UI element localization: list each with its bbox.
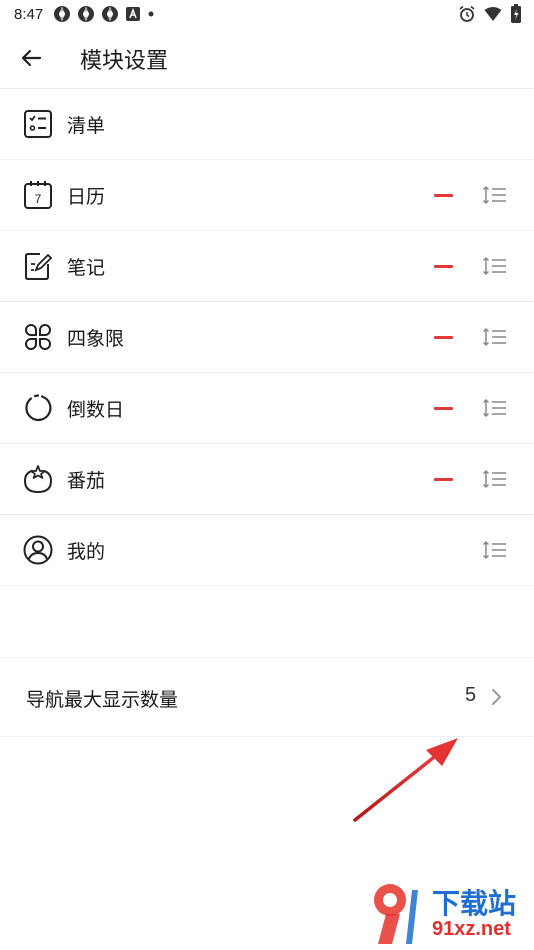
nav-max-count-setting[interactable]: 导航最大显示数量 5	[0, 657, 534, 737]
module-label: 倒数日	[67, 399, 125, 421]
annotation-arrow-icon	[353, 738, 458, 822]
module-label: 番茄	[67, 470, 106, 492]
setting-label: 导航最大显示数量	[26, 689, 179, 711]
tomato-icon	[23, 465, 53, 494]
calendar-day: 7	[35, 192, 42, 206]
drag-handle-icon[interactable]	[482, 468, 508, 490]
remove-module-button[interactable]	[426, 257, 460, 275]
quadrant-icon	[25, 324, 51, 350]
wifi-icon	[484, 7, 502, 21]
module-label: 笔记	[67, 257, 106, 279]
drag-handle-icon[interactable]	[482, 326, 508, 348]
app-bar: 模块设置	[0, 28, 534, 89]
a-icon	[126, 7, 141, 21]
profile-icon	[23, 535, 53, 565]
alarm-icon	[459, 5, 475, 22]
module-row-profile[interactable]: 我的	[0, 515, 534, 586]
module-row-checklist[interactable]: 清单	[0, 89, 534, 160]
module-label: 我的	[67, 541, 106, 563]
note-icon	[25, 253, 53, 280]
back-arrow-icon[interactable]	[18, 44, 46, 72]
module-label: 四象限	[67, 328, 125, 350]
drag-handle-icon[interactable]	[482, 539, 508, 561]
remove-module-button[interactable]	[426, 399, 460, 417]
status-time: 8:47	[14, 5, 44, 23]
module-list: 清单 7 日历 笔记 四象限 倒数日 番茄 我的	[0, 89, 534, 586]
checklist-icon	[24, 110, 52, 138]
module-row-tomato[interactable]: 番茄	[0, 444, 534, 515]
status-bar: 8:47	[0, 0, 534, 28]
module-row-countdown[interactable]: 倒数日	[0, 373, 534, 444]
battery-icon	[511, 4, 521, 23]
setting-value: 5	[465, 684, 477, 706]
remove-module-button[interactable]	[426, 186, 460, 204]
page-title: 模块设置	[80, 49, 169, 74]
module-label: 日历	[67, 186, 106, 208]
drag-handle-icon[interactable]	[482, 255, 508, 277]
countdown-icon	[25, 394, 52, 422]
chevron-right-icon	[492, 689, 501, 705]
aperture-icon	[54, 6, 71, 22]
aperture-icon	[102, 6, 119, 22]
calendar-icon: 7	[24, 181, 52, 209]
aperture-icon	[78, 6, 95, 22]
system-icons	[458, 4, 522, 24]
drag-handle-icon[interactable]	[482, 184, 508, 206]
module-label: 清单	[67, 115, 106, 137]
remove-module-button[interactable]	[426, 328, 460, 346]
watermark-domain: 91xz.net	[432, 918, 511, 940]
module-row-notes[interactable]: 笔记	[0, 231, 534, 302]
dot-icon	[148, 11, 154, 17]
remove-module-button[interactable]	[426, 470, 460, 488]
module-row-quadrant[interactable]: 四象限	[0, 302, 534, 373]
drag-handle-icon[interactable]	[482, 397, 508, 419]
module-row-calendar[interactable]: 7 日历	[0, 160, 534, 231]
watermark-title: 下载站	[432, 887, 517, 920]
notification-icons	[53, 5, 155, 23]
